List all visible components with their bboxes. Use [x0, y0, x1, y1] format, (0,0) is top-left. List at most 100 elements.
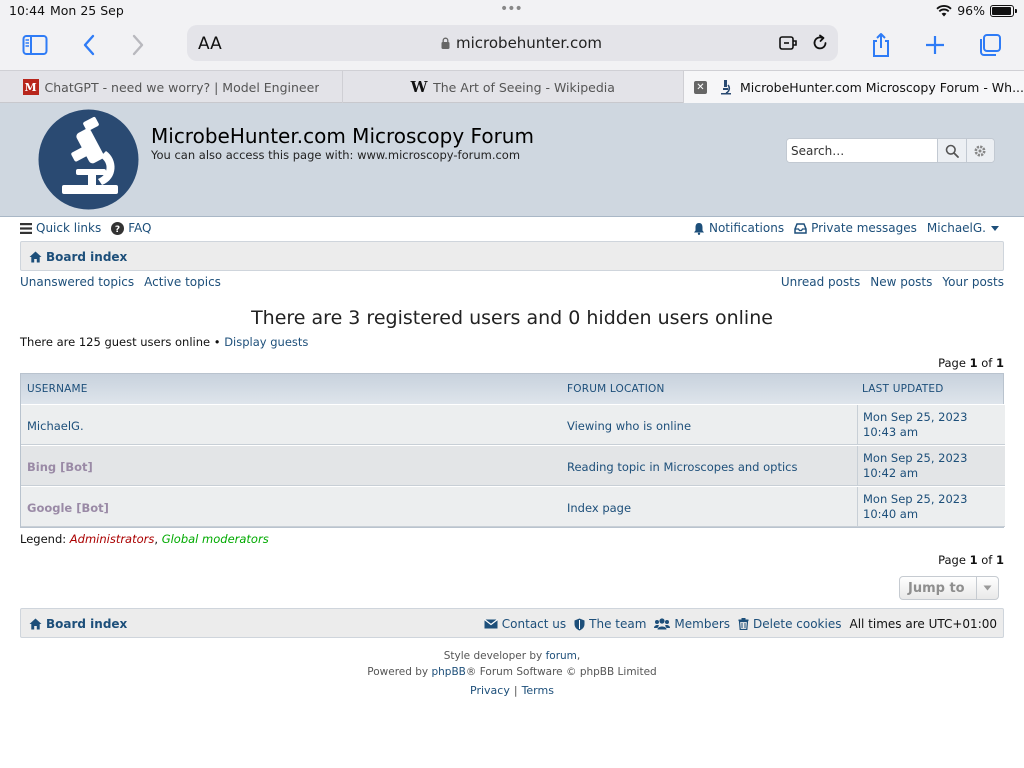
privacy-link[interactable]: Privacy: [470, 684, 510, 697]
extension-icon[interactable]: [778, 33, 798, 53]
breadcrumb: Board index: [20, 241, 1004, 271]
svg-text:?: ?: [115, 225, 120, 235]
style-credit: Style developer by forum,: [0, 650, 1024, 662]
row-username[interactable]: MichaelG.: [27, 419, 84, 433]
username-label: MichaelG.: [926, 221, 986, 235]
row-date: Mon Sep 25, 2023: [863, 451, 968, 465]
quick-left: Unanswered topics Active topics: [20, 275, 221, 289]
sidebar-icon[interactable]: [20, 30, 50, 60]
status-indicators: 96%: [936, 3, 1017, 18]
reload-icon[interactable]: [810, 33, 830, 53]
tab-microbehunter-active[interactable]: ✕ MicrobeHunter.com Microscopy Forum - W…: [684, 71, 1024, 103]
search-button[interactable]: [937, 139, 966, 162]
envelope-icon: [483, 619, 498, 629]
browser-toolbar: AA microbehunter.com: [0, 22, 1024, 70]
new-posts-link[interactable]: New posts: [870, 275, 932, 289]
battery-percent: 96%: [957, 3, 985, 18]
wikipedia-favicon-icon: W: [410, 78, 428, 96]
quick-right: Unread posts New posts Your posts: [781, 275, 1004, 289]
back-icon[interactable]: [74, 30, 104, 60]
tab-overview-icon[interactable]: [975, 30, 1005, 60]
faq-label: FAQ: [128, 221, 152, 235]
your-posts-link[interactable]: Your posts: [942, 275, 1004, 289]
footer-board-index-label: Board index: [46, 617, 128, 631]
shield-icon: [574, 618, 585, 630]
tab-title: ChatGPT - need we worry? | Model Enginee…: [44, 79, 320, 95]
unread-posts-link[interactable]: Unread posts: [781, 275, 860, 289]
multitasking-dots-icon[interactable]: •••: [500, 2, 523, 16]
row-location[interactable]: Viewing who is online: [567, 419, 691, 433]
powered-by-text: Powered by: [367, 666, 429, 678]
footer-board-index-link[interactable]: Board index: [29, 617, 127, 631]
private-messages-link[interactable]: Private messages: [794, 221, 917, 235]
page-current: 1: [969, 553, 978, 567]
style-credit-link[interactable]: forum: [546, 650, 577, 662]
contact-us-label: Contact us: [501, 617, 567, 631]
online-users-table: USERNAME FORUM LOCATION LAST UPDATED Mic…: [20, 373, 1005, 528]
style-credit-text: Style developer by: [443, 650, 543, 662]
display-guests-link[interactable]: Display guests: [224, 335, 308, 349]
contact-us-link[interactable]: Contact us: [483, 617, 567, 631]
notifications-link[interactable]: Notifications: [693, 221, 784, 235]
legend-global-moderators[interactable]: Global moderators: [162, 532, 269, 546]
nav-bar: Quick links ? FAQ Notifications Private …: [20, 221, 1004, 239]
share-icon[interactable]: [866, 30, 896, 60]
row-updated: Mon Sep 25, 2023 10:40 am: [857, 487, 1005, 527]
row-date: Mon Sep 25, 2023: [863, 410, 968, 424]
search-input[interactable]: [787, 139, 937, 162]
page-of: of: [981, 356, 993, 370]
legend-label: Legend:: [20, 532, 67, 546]
members-link[interactable]: Members: [654, 617, 730, 631]
terms-link[interactable]: Terms: [522, 684, 554, 697]
page-current: 1: [969, 356, 978, 370]
close-tab-icon[interactable]: ✕: [694, 81, 707, 94]
delete-cookies-link[interactable]: Delete cookies: [738, 617, 841, 631]
the-team-link[interactable]: The team: [574, 617, 646, 631]
column-location[interactable]: FORUM LOCATION: [567, 383, 665, 395]
menu-icon: [20, 222, 32, 234]
advanced-search-button[interactable]: [965, 139, 994, 162]
the-team-label: The team: [589, 617, 647, 631]
row-time: 10:40 am: [863, 507, 919, 521]
style-credit-end: ,: [576, 650, 581, 662]
phpbb-link[interactable]: phpBB: [431, 666, 465, 678]
caret-down-icon: [976, 577, 998, 599]
tab-wikipedia[interactable]: W The Art of Seeing - Wikipedia: [343, 71, 684, 103]
search-icon: [945, 144, 959, 158]
status-time: 10:44: [9, 3, 46, 18]
board-index-link[interactable]: Board index: [29, 250, 127, 264]
row-location[interactable]: Index page: [567, 501, 631, 515]
active-topics-link[interactable]: Active topics: [144, 275, 221, 289]
faq-link[interactable]: ? FAQ: [111, 221, 151, 235]
row-updated: Mon Sep 25, 2023 10:42 am: [857, 446, 1005, 486]
text-size-button[interactable]: AA: [198, 34, 222, 54]
nav-right: Notifications Private messages MichaelG.: [693, 221, 1000, 235]
site-title[interactable]: MicrobeHunter.com Microscopy Forum: [151, 124, 534, 148]
column-username[interactable]: USERNAME: [27, 383, 88, 395]
quick-links-menu[interactable]: Quick links: [20, 221, 101, 235]
status-date: Mon 25 Sep: [50, 3, 124, 18]
legend-administrators[interactable]: Administrators: [70, 532, 155, 546]
row-location[interactable]: Reading topic in Microscopes and optics: [567, 460, 797, 474]
search-box: [786, 138, 995, 163]
page-total: 1: [995, 553, 1004, 567]
powered-by: Powered by phpBB® Forum Software © phpBB…: [0, 666, 1024, 678]
users-icon: [654, 618, 671, 630]
legal-divider: |: [513, 684, 518, 697]
nav-left: Quick links ? FAQ: [20, 221, 151, 235]
microscope-logo-icon[interactable]: [38, 109, 139, 210]
page-title: There are 3 registered users and 0 hidde…: [251, 307, 773, 329]
column-updated[interactable]: LAST UPDATED: [862, 383, 944, 395]
jump-to-button[interactable]: Jump to: [899, 576, 999, 600]
new-tab-icon[interactable]: [920, 30, 950, 60]
question-icon: ?: [111, 221, 125, 235]
row-username[interactable]: Bing [Bot]: [27, 460, 93, 474]
row-username[interactable]: Google [Bot]: [27, 501, 109, 515]
user-menu[interactable]: MichaelG.: [927, 221, 1000, 235]
forward-icon[interactable]: [123, 30, 153, 60]
unanswered-topics-link[interactable]: Unanswered topics: [20, 275, 134, 289]
url-text: microbehunter.com: [456, 34, 603, 52]
legend: Legend: Administrators, Global moderator…: [20, 532, 269, 546]
address-bar[interactable]: AA microbehunter.com: [187, 25, 838, 61]
tab-model-engineer[interactable]: M ChatGPT - need we worry? | Model Engin…: [0, 71, 343, 103]
